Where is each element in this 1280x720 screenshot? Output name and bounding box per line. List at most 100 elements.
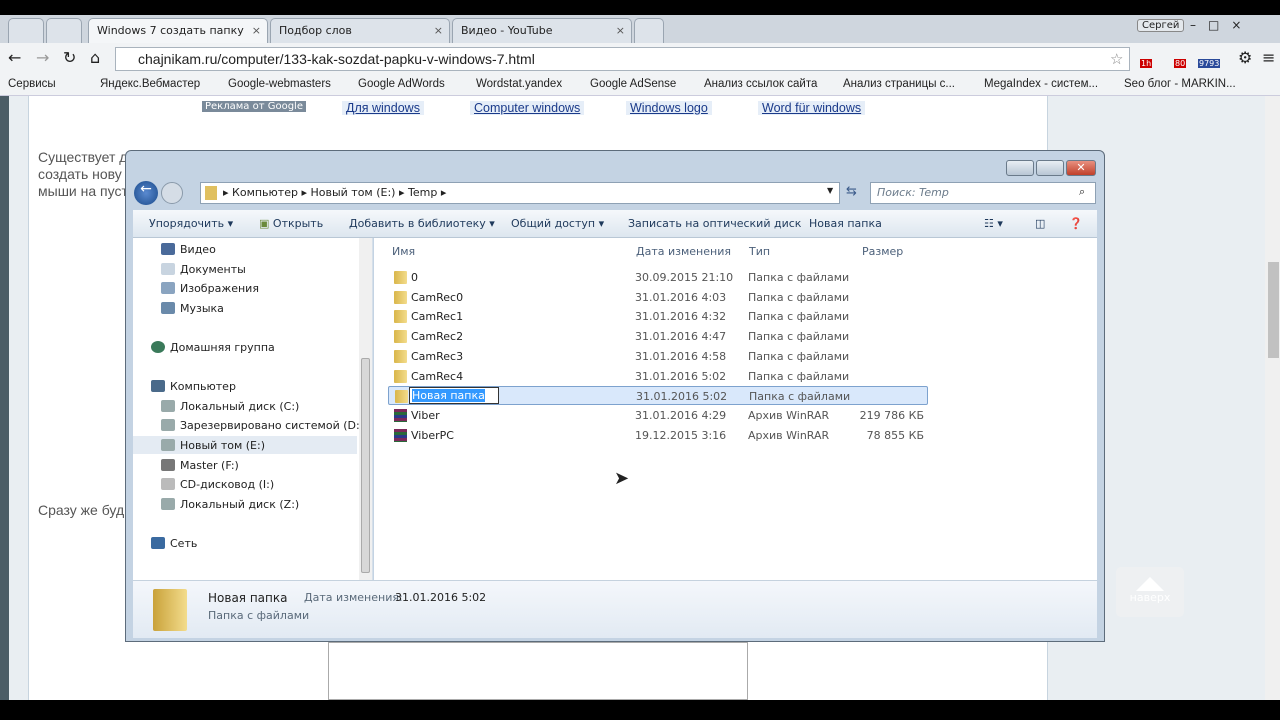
file-type: Папка с файлами (748, 330, 850, 344)
tab-windows7[interactable]: Windows 7 создать папку × (88, 18, 268, 43)
help-icon[interactable]: ❓ (1069, 217, 1083, 230)
nav-item-computer[interactable]: Компьютер (151, 377, 236, 395)
file-type: Папка с файлами (748, 369, 850, 383)
home-icon[interactable]: ⌂ (90, 48, 100, 67)
bookmark[interactable]: Wordstat.yandex (476, 78, 562, 90)
nav-item-homegroup[interactable]: Домашняя группа (151, 338, 275, 356)
url-input[interactable]: chajnikam.ru/computer/133-kak-sozdat-pap… (115, 47, 1130, 71)
nav-item-drive-i[interactable]: CD-дисковод (I:) (161, 475, 274, 493)
ad-link[interactable]: Word für windows (758, 101, 866, 115)
tab-youtube[interactable]: Видео - YouTube × (452, 18, 632, 43)
ad-link[interactable]: Для windows (342, 101, 424, 115)
breadcrumb-item[interactable]: Компьютер (232, 186, 298, 199)
preview-pane-icon[interactable]: ◫ (1035, 217, 1045, 230)
file-row[interactable]: CamRec4 31.01.2016 5:02 Папка с файлами (388, 367, 928, 386)
bookmark[interactable]: Seo блог - MARKIN... (1124, 78, 1236, 90)
close-icon[interactable]: × (434, 24, 443, 37)
scroll-top-button[interactable]: наверх (1116, 567, 1184, 617)
nav-item-images[interactable]: Изображения (161, 279, 259, 297)
ad-link[interactable]: Computer windows (470, 101, 585, 115)
extension-badge[interactable]: 1h (1140, 59, 1153, 68)
nav-item-drive-f[interactable]: Master (F:) (161, 456, 239, 474)
file-row[interactable]: Новая папка 31.01.2016 5:02 Папка с файл… (388, 386, 928, 406)
file-name: 0 (411, 271, 418, 284)
nav-item-drive-e[interactable]: Новый том (E:) (133, 436, 357, 454)
bookmark[interactable]: Google AdSense (590, 78, 676, 90)
chevron-down-icon[interactable]: ▼ (827, 186, 833, 195)
nav-item-network[interactable]: Сеть (151, 534, 197, 552)
explorer-address-bar[interactable]: ▸ Компьютер ▸ Новый том (E:) ▸ Temp ▸ ▼ (200, 182, 840, 204)
file-row[interactable]: CamRec3 31.01.2016 4:58 Папка с файлами (388, 347, 928, 366)
bookmark[interactable]: MegaIndex - систем... (984, 78, 1098, 90)
file-date: 30.09.2015 21:10 (635, 271, 734, 284)
nav-item-music[interactable]: Музыка (161, 299, 224, 317)
file-date: 31.01.2016 4:47 (635, 330, 727, 344)
rename-input[interactable]: Новая папка (409, 387, 499, 405)
column-header-date[interactable]: Дата изменения (636, 245, 731, 258)
bookmark[interactable]: Анализ ссылок сайта (704, 78, 817, 90)
gear-icon[interactable]: ⚙ (1238, 48, 1252, 67)
minimize-button[interactable] (1006, 160, 1034, 176)
open-button[interactable]: ▣ Открыть (259, 217, 323, 230)
file-date: 31.01.2016 4:58 (635, 349, 727, 363)
close-icon[interactable]: × (616, 24, 625, 37)
new-tab-button[interactable] (634, 18, 664, 43)
extension-badge[interactable]: 9793 (1198, 59, 1221, 68)
column-header-name[interactable]: Имя (392, 245, 415, 258)
ad-link[interactable]: Windows logo (626, 101, 712, 115)
new-folder-button[interactable]: Новая папка (809, 217, 882, 230)
scrollbar-thumb[interactable] (1268, 262, 1279, 358)
nav-item-drive-z[interactable]: Локальный диск (Z:) (161, 495, 299, 513)
nav-item-drive-d[interactable]: Зарезервировано системой (D:) (161, 416, 364, 434)
pinned-tab[interactable] (46, 18, 82, 43)
file-row[interactable]: CamRec1 31.01.2016 4:32 Папка с файлами (388, 307, 928, 326)
file-name: CamRec2 (411, 330, 464, 344)
burn-disc-button[interactable]: Записать на оптический диск (628, 217, 801, 230)
file-row[interactable]: 0 30.09.2015 21:10 Папка с файлами (388, 268, 928, 287)
bookmark[interactable]: Google-webmasters (228, 78, 331, 90)
details-pane: Новая папка Дата изменения: 31.01.2016 5… (133, 580, 1097, 638)
nav-item-video[interactable]: Видео (161, 240, 216, 258)
breadcrumb-item[interactable]: Новый том (E:) (310, 186, 395, 199)
bookmark[interactable]: Google AdWords (358, 78, 445, 90)
nav-scrollbar[interactable] (359, 238, 372, 580)
user-badge[interactable]: Сергей (1137, 19, 1185, 32)
scrollbar-thumb[interactable] (361, 358, 370, 573)
pinned-tab[interactable] (8, 18, 44, 43)
share-button[interactable]: Общий доступ ▾ (511, 217, 604, 230)
file-row[interactable]: CamRec2 31.01.2016 4:47 Папка с файлами (388, 327, 928, 346)
page-scrollbar[interactable] (1265, 96, 1280, 700)
bookmark[interactable]: Яндекс.Вебмастер (100, 78, 200, 90)
search-input[interactable]: Поиск: Temp (870, 182, 1096, 204)
reload-icon[interactable]: ↻ (63, 48, 76, 67)
back-icon[interactable]: ← (8, 48, 21, 67)
column-header-size[interactable]: Размер (862, 245, 903, 258)
bookmark[interactable]: Сервисы (8, 78, 56, 90)
extension-badge[interactable]: 80 (1174, 59, 1187, 68)
nav-item-drive-c[interactable]: Локальный диск (C:) (161, 397, 299, 415)
search-icon[interactable]: ⌕ (1079, 185, 1085, 199)
forward-button[interactable] (161, 182, 183, 204)
star-icon[interactable]: ☆ (1110, 50, 1123, 68)
file-row[interactable]: ViberPC 19.12.2015 3:16 Архив WinRAR 78 … (388, 426, 928, 445)
bookmark[interactable]: Анализ страницы с... (843, 78, 955, 90)
back-button[interactable]: ← (134, 181, 158, 205)
nav-item-documents[interactable]: Документы (161, 260, 246, 278)
organize-button[interactable]: Упорядочить ▾ (149, 217, 233, 230)
file-row[interactable]: Viber 31.01.2016 4:29 Архив WinRAR 219 7… (388, 406, 928, 425)
window-controls[interactable]: –□× (1190, 18, 1253, 32)
file-date: 31.01.2016 4:29 (635, 408, 727, 422)
refresh-icon[interactable]: ⇆ (846, 184, 857, 199)
maximize-button[interactable] (1036, 160, 1064, 176)
close-button[interactable]: ✕ (1066, 160, 1096, 176)
breadcrumb-item[interactable]: Temp (408, 186, 437, 199)
ads-label: Реклама от Google (202, 101, 306, 112)
add-to-library-button[interactable]: Добавить в библиотеку ▾ (349, 217, 495, 230)
menu-icon[interactable]: ≡ (1262, 48, 1275, 67)
close-icon[interactable]: × (252, 24, 261, 37)
tab-podbor[interactable]: Подбор слов × (270, 18, 450, 43)
forward-icon[interactable]: → (36, 48, 49, 67)
file-row[interactable]: CamRec0 31.01.2016 4:03 Папка с файлами (388, 288, 928, 307)
column-header-type[interactable]: Тип (749, 245, 770, 258)
view-options-icon[interactable]: ☷ ▾ (984, 217, 1003, 230)
